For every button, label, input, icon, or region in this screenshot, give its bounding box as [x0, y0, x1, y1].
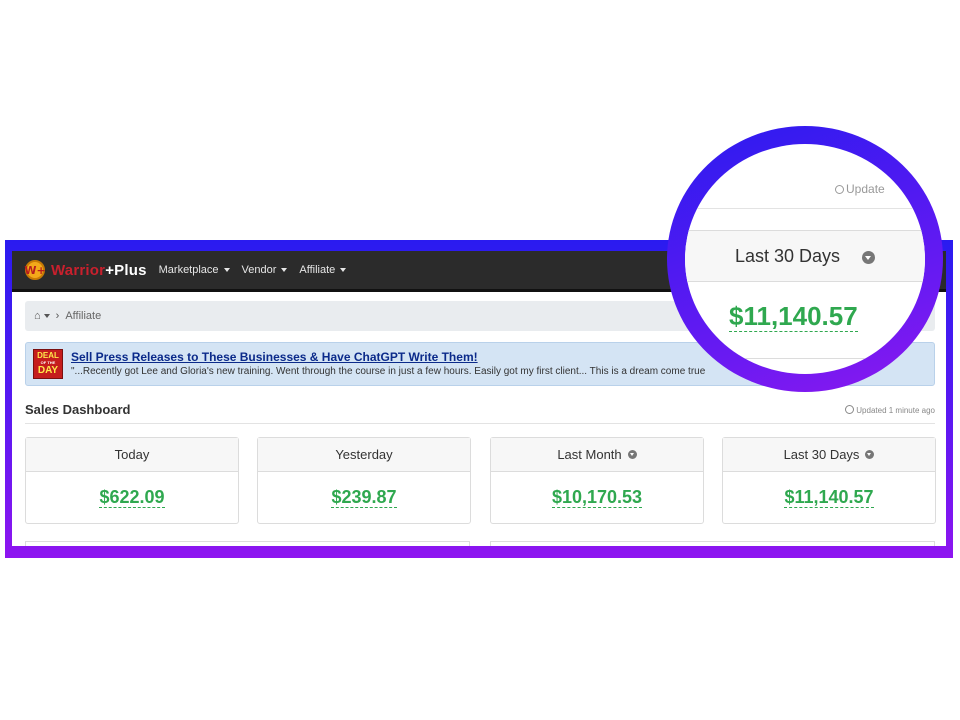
stat-card-last-30-days: Last 30 Days $11,140.57 [722, 437, 936, 524]
updated-status: Updated 1 minute ago [845, 405, 935, 415]
breadcrumb-current: Affiliate [65, 310, 102, 322]
caret-down-icon [281, 268, 288, 272]
deal-badge-line3: DAY [37, 365, 59, 376]
nav-marketplace-label: Marketplace [158, 264, 219, 276]
nav-affiliate-label: Affiliate [299, 264, 336, 276]
stat-card-label: Last 30 Days [783, 447, 860, 462]
zoom-magnifier-content: Update Last 30 Days $11,140.57 [685, 144, 925, 374]
stat-card-header: Today [26, 438, 238, 472]
stat-card-amount[interactable]: $622.09 [99, 487, 165, 509]
brand-part-warrior: Warrior [51, 261, 106, 279]
chevron-down-icon[interactable] [865, 450, 875, 459]
divider [25, 423, 935, 424]
nav-vendor[interactable]: Vendor [242, 264, 288, 276]
stat-card-header[interactable]: Last 30 Days [723, 438, 935, 472]
chevron-down-icon [862, 251, 875, 264]
clock-icon [845, 405, 855, 414]
zoom-updated-status: Update [835, 182, 885, 196]
stat-card-label: Today [114, 447, 150, 462]
logo-letter: W+ [24, 263, 46, 277]
divider [685, 358, 925, 359]
nav-vendor-label: Vendor [241, 264, 277, 276]
stat-card-header: Yesterday [258, 438, 470, 472]
zoom-updated-text: Update [846, 182, 885, 196]
stat-card-body: $239.87 [258, 472, 470, 524]
warriorplus-logo-icon[interactable]: W+ [24, 260, 46, 280]
divider [685, 208, 925, 209]
clock-icon [835, 185, 844, 194]
zoom-card-label: Last 30 Days [735, 246, 841, 266]
deal-badge-line1: DEAL [37, 351, 59, 360]
home-icon[interactable]: ⌂ [34, 310, 41, 322]
nav-marketplace[interactable]: Marketplace [159, 264, 230, 276]
zoom-card-amount: $11,140.57 [729, 301, 858, 332]
stat-card-amount[interactable]: $11,140.57 [784, 487, 874, 509]
brand-part-plus: +Plus [105, 261, 147, 279]
caret-down-icon [223, 268, 230, 272]
deal-of-the-day-badge: DEAL OF THE DAY [33, 349, 63, 379]
updated-text: Updated 1 minute ago [856, 406, 935, 415]
brand-name[interactable]: Warrior+Plus [51, 262, 147, 279]
stat-card-body: $11,140.57 [723, 472, 935, 524]
stat-card-last-month: Last Month $10,170.53 [490, 437, 704, 524]
stat-card-today: Today $622.09 [25, 437, 239, 524]
chevron-down-icon[interactable] [627, 450, 637, 459]
deal-title-link[interactable]: Sell Press Releases to These Businesses … [71, 350, 478, 364]
sales-dashboard-title: Sales Dashboard [25, 402, 131, 417]
stat-card-amount[interactable]: $239.87 [331, 487, 397, 509]
stat-card-label: Yesterday [335, 447, 393, 462]
lower-panel-right [490, 541, 935, 546]
stat-card-label: Last Month [557, 447, 622, 462]
caret-down-icon[interactable] [43, 314, 50, 318]
deal-quote: "...Recently got Lee and Gloria's new tr… [71, 366, 706, 377]
chevron-right-icon: › [55, 310, 60, 322]
zoom-magnifier: Update Last 30 Days $11,140.57 [667, 126, 943, 392]
stat-card-body: $622.09 [26, 472, 238, 524]
caret-down-icon [340, 268, 347, 272]
lower-panel-left [25, 541, 470, 546]
nav-affiliate[interactable]: Affiliate [299, 264, 347, 276]
stat-card-amount[interactable]: $10,170.53 [551, 487, 643, 509]
stat-card-body: $10,170.53 [491, 472, 703, 524]
stat-card-header[interactable]: Last Month [491, 438, 703, 472]
stat-card-yesterday: Yesterday $239.87 [257, 437, 471, 524]
